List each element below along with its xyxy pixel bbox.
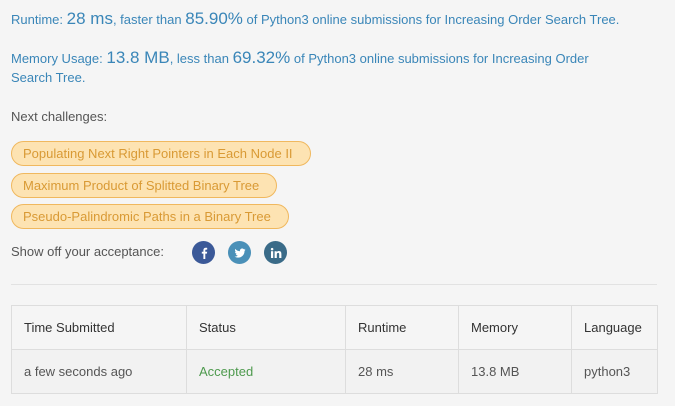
memory-label: Memory Usage: [11,51,103,66]
column-header-time-submitted: Time Submitted [11,305,187,350]
column-header-language: Language [571,305,658,350]
facebook-icon[interactable] [192,241,215,264]
next-challenges-label: Next challenges: [11,109,108,124]
challenge-chip[interactable]: Populating Next Right Pointers in Each N… [11,141,311,166]
cell-time-submitted: a few seconds ago [11,349,187,394]
runtime-suffix: of Python3 online submissions for Increa… [246,12,620,27]
memory-percent: 69.32% [232,48,291,67]
divider [11,284,657,285]
twitter-icon[interactable] [228,241,251,264]
runtime-label: Runtime: [11,12,64,27]
cell-memory: 13.8 MB [458,349,572,394]
challenge-chip[interactable]: Pseudo-Palindromic Paths in a Binary Tre… [11,204,289,229]
runtime-percent: 85.90% [185,9,243,28]
linkedin-icon[interactable] [264,241,287,264]
runtime-value: 28 ms [66,9,113,28]
cell-status: Accepted [186,349,346,394]
column-header-memory: Memory [458,305,572,350]
table-row: a few seconds ago Accepted 28 ms 13.8 MB… [11,349,658,394]
column-header-status: Status [186,305,346,350]
submissions-table: Time Submitted Status Runtime Memory Lan… [11,305,658,394]
column-header-runtime: Runtime [345,305,459,350]
memory-summary: Memory Usage: 13.8 MB, less than 69.32% … [11,48,626,87]
cell-runtime: 28 ms [345,349,459,394]
memory-comparison: , less than [169,51,229,66]
table-header-row: Time Submitted Status Runtime Memory Lan… [11,305,658,350]
status-accepted-link[interactable]: Accepted [199,364,253,379]
memory-value: 13.8 MB [106,48,170,67]
share-label: Show off your acceptance: [11,244,164,259]
runtime-summary: Runtime: 28 ms, faster than 85.90% of Py… [11,9,661,29]
runtime-comparison: , faster than [112,12,182,27]
cell-language: python3 [571,349,658,394]
challenge-chip[interactable]: Maximum Product of Splitted Binary Tree [11,173,277,198]
